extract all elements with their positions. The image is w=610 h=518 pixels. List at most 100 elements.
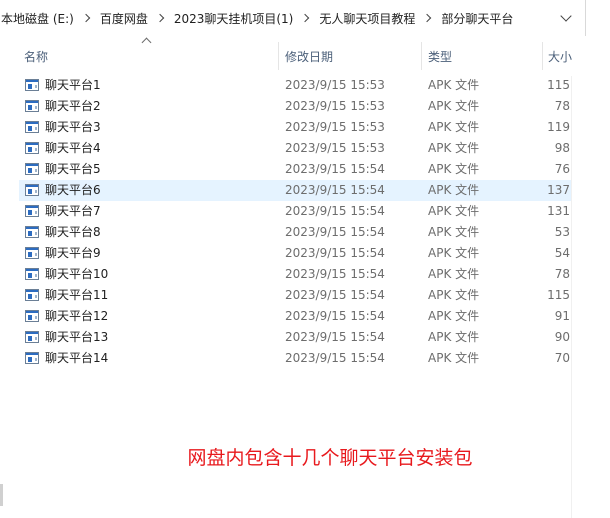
file-name: 聊天平台8	[45, 225, 101, 239]
column-header-date[interactable]: 修改日期	[278, 36, 420, 76]
chevron-right-icon[interactable]	[80, 11, 94, 25]
file-row[interactable]: 聊天平台5 2023/9/15 15:54 APK 文件 76	[0, 159, 572, 180]
file-row[interactable]: 聊天平台3 2023/9/15 15:53 APK 文件 119	[0, 117, 572, 138]
file-modified-date: 2023/9/15 15:54	[285, 267, 385, 281]
caption-text: 网盘内包含十几个聊天平台安装包	[187, 447, 473, 469]
apk-file-icon	[25, 289, 39, 301]
file-modified-date: 2023/9/15 15:54	[285, 330, 385, 344]
apk-file-icon	[25, 79, 39, 91]
file-name: 聊天平台4	[45, 141, 101, 155]
file-type: APK 文件	[428, 99, 480, 113]
chevron-right-icon[interactable]	[421, 11, 435, 25]
file-type: APK 文件	[428, 204, 480, 218]
file-size: 91	[554, 309, 570, 323]
file-size: 98	[554, 141, 570, 155]
file-modified-date: 2023/9/15 15:53	[285, 78, 385, 92]
address-history-dropdown[interactable]	[547, 0, 585, 36]
column-header-type[interactable]: 类型	[421, 36, 541, 76]
apk-file-icon	[25, 142, 39, 154]
apk-file-icon	[25, 100, 39, 112]
breadcrumb-item[interactable]: 本地磁盘 (E:)	[0, 10, 80, 27]
file-name: 聊天平台2	[45, 99, 101, 113]
file-explorer-window: 本地磁盘 (E:) 百度网盘 2023聊天挂机项目(1) 无人聊天项目教程 部分聊天平台…	[0, 0, 610, 518]
file-size: 137	[547, 183, 570, 197]
file-modified-date: 2023/9/15 15:54	[285, 351, 385, 365]
file-size: 54	[554, 246, 570, 260]
file-modified-date: 2023/9/15 15:53	[285, 141, 385, 155]
file-modified-date: 2023/9/15 15:54	[285, 246, 385, 260]
file-modified-date: 2023/9/15 15:54	[285, 225, 385, 239]
file-name: 聊天平台13	[45, 330, 109, 344]
breadcrumb-item[interactable]: 部分聊天平台	[435, 10, 519, 27]
file-name: 聊天平台6	[45, 183, 101, 197]
file-modified-date: 2023/9/15 15:54	[285, 183, 385, 197]
file-row[interactable]: 聊天平台8 2023/9/15 15:54 APK 文件 53	[0, 222, 572, 243]
file-type: APK 文件	[428, 162, 480, 176]
file-row[interactable]: 聊天平台2 2023/9/15 15:53 APK 文件 78	[0, 96, 572, 117]
file-type: APK 文件	[428, 309, 480, 323]
file-name: 聊天平台11	[45, 288, 109, 302]
file-size: 76	[554, 162, 570, 176]
file-row[interactable]: 聊天平台6 2023/9/15 15:54 APK 文件 137	[0, 180, 572, 201]
file-type: APK 文件	[428, 183, 480, 197]
apk-file-icon	[25, 184, 39, 196]
file-size: 78	[554, 99, 570, 113]
file-name: 聊天平台9	[45, 246, 101, 260]
file-list: 聊天平台1 2023/9/15 15:53 APK 文件 115 聊天平台2 2023/9…	[0, 75, 572, 369]
chevron-right-icon[interactable]	[154, 11, 168, 25]
file-size: 115	[547, 78, 570, 92]
file-modified-date: 2023/9/15 15:54	[285, 288, 385, 302]
file-type: APK 文件	[428, 351, 480, 365]
file-row[interactable]: 聊天平台9 2023/9/15 15:54 APK 文件 54	[0, 243, 572, 264]
file-name: 聊天平台14	[45, 351, 109, 365]
breadcrumb: 本地磁盘 (E:) 百度网盘 2023聊天挂机项目(1) 无人聊天项目教程 部分聊天平台	[0, 10, 519, 27]
apk-file-icon	[25, 331, 39, 343]
file-type: APK 文件	[428, 288, 480, 302]
file-type: APK 文件	[428, 225, 480, 239]
file-row[interactable]: 聊天平台1 2023/9/15 15:53 APK 文件 115	[0, 75, 572, 96]
file-size: 70	[554, 351, 570, 365]
file-name: 聊天平台5	[45, 162, 101, 176]
file-size: 90	[554, 330, 570, 344]
file-modified-date: 2023/9/15 15:54	[285, 204, 385, 218]
file-modified-date: 2023/9/15 15:53	[285, 99, 385, 113]
chevron-down-icon	[560, 10, 572, 22]
column-header-size[interactable]: 大小	[542, 36, 602, 76]
file-type: APK 文件	[428, 267, 480, 281]
address-bar[interactable]: 本地磁盘 (E:) 百度网盘 2023聊天挂机项目(1) 无人聊天项目教程 部分聊天平台	[0, 0, 586, 36]
apk-file-icon	[25, 121, 39, 133]
file-row[interactable]: 聊天平台4 2023/9/15 15:53 APK 文件 98	[0, 138, 572, 159]
apk-file-icon	[25, 163, 39, 175]
file-type: APK 文件	[428, 330, 480, 344]
file-modified-date: 2023/9/15 15:54	[285, 309, 385, 323]
file-row[interactable]: 聊天平台14 2023/9/15 15:54 APK 文件 70	[0, 348, 572, 369]
chevron-right-icon[interactable]	[299, 11, 313, 25]
column-header-row: 名称 修改日期 类型 大小	[0, 36, 572, 76]
apk-file-icon	[25, 268, 39, 280]
file-row[interactable]: 聊天平台10 2023/9/15 15:54 APK 文件 78	[0, 264, 572, 285]
file-name: 聊天平台12	[45, 309, 109, 323]
breadcrumb-item[interactable]: 无人聊天项目教程	[313, 10, 421, 27]
file-modified-date: 2023/9/15 15:54	[285, 162, 385, 176]
file-type: APK 文件	[428, 246, 480, 260]
apk-file-icon	[25, 226, 39, 238]
file-name: 聊天平台10	[45, 267, 109, 281]
file-size: 119	[547, 120, 570, 134]
file-size: 131	[547, 204, 570, 218]
scroll-edge	[0, 484, 3, 506]
file-row[interactable]: 聊天平台11 2023/9/15 15:54 APK 文件 115	[0, 285, 572, 306]
file-type: APK 文件	[428, 141, 480, 155]
breadcrumb-item[interactable]: 百度网盘	[94, 10, 154, 27]
file-row[interactable]: 聊天平台12 2023/9/15 15:54 APK 文件 91	[0, 306, 572, 327]
file-modified-date: 2023/9/15 15:53	[285, 120, 385, 134]
apk-file-icon	[25, 247, 39, 259]
apk-file-icon	[25, 352, 39, 364]
apk-file-icon	[25, 310, 39, 322]
file-row[interactable]: 聊天平台7 2023/9/15 15:54 APK 文件 131	[0, 201, 572, 222]
file-size: 78	[554, 267, 570, 281]
file-name: 聊天平台1	[45, 78, 101, 92]
file-size: 53	[554, 225, 570, 239]
breadcrumb-item[interactable]: 2023聊天挂机项目(1)	[168, 10, 300, 27]
file-name: 聊天平台3	[45, 120, 101, 134]
file-row[interactable]: 聊天平台13 2023/9/15 15:54 APK 文件 90	[0, 327, 572, 348]
